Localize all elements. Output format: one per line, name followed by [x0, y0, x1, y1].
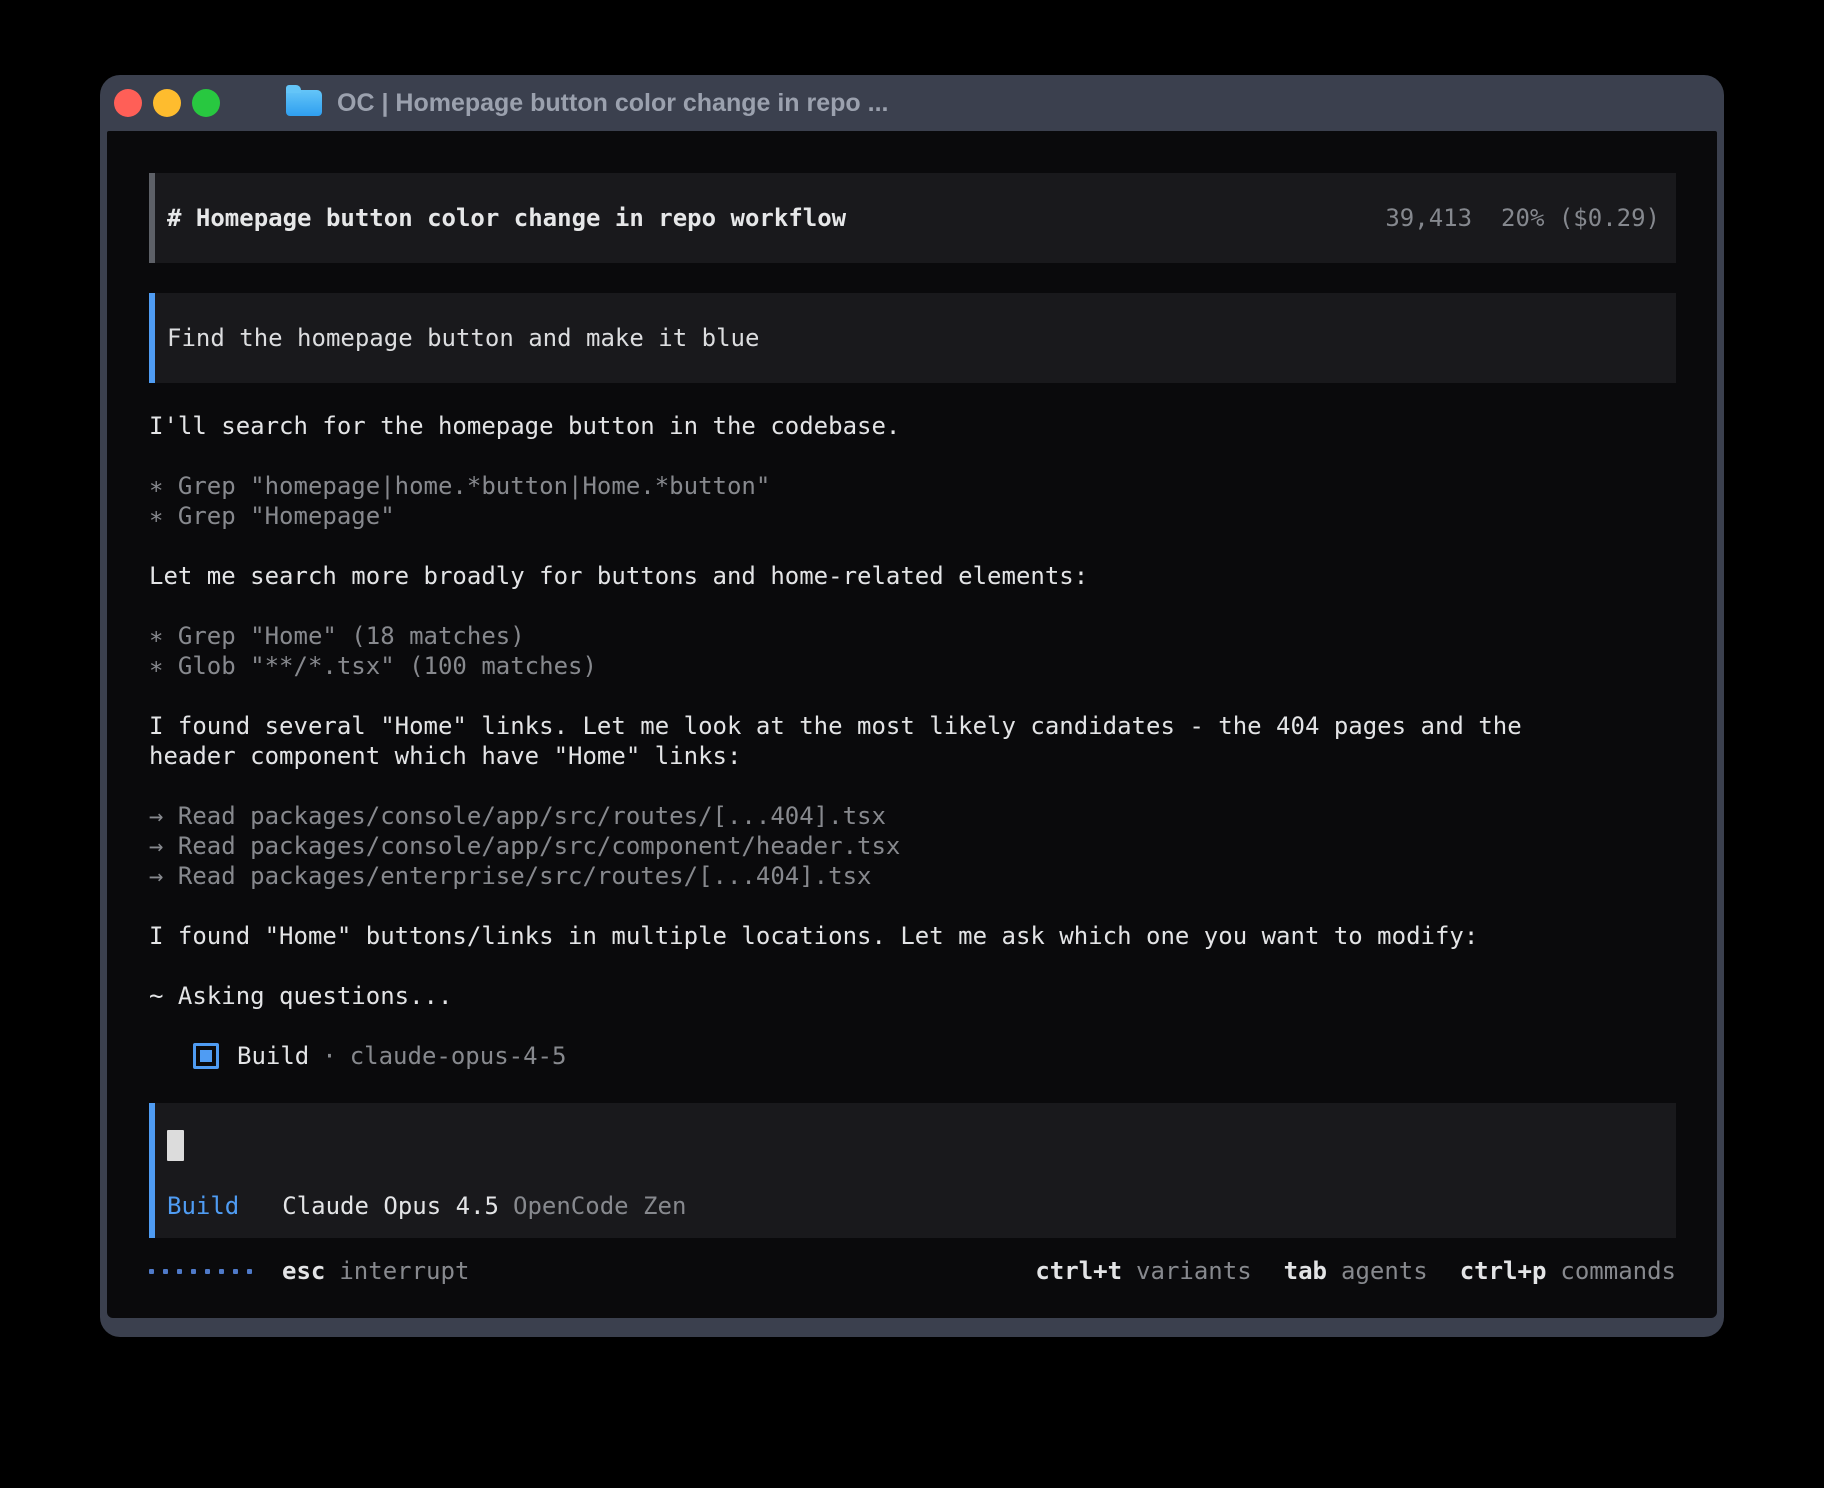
terminal-window: OC | Homepage button color change in rep…: [100, 75, 1724, 1337]
session-title: # Homepage button color change in repo w…: [167, 203, 846, 233]
tool-call-line: ∗ Grep "Home" (18 matches): [149, 621, 1676, 651]
tool-call-line: ∗ Glob "**/*.tsx" (100 matches): [149, 651, 1676, 681]
transcript: I'll search for the homepage button in t…: [149, 411, 1676, 1011]
context-cost: 20% ($0.29): [1501, 203, 1660, 233]
text-cursor: [167, 1130, 184, 1161]
assistant-text: Let me search more broadly for buttons a…: [149, 561, 1676, 591]
separator-dot: ·: [322, 1041, 336, 1071]
titlebar[interactable]: OC | Homepage button color change in rep…: [100, 75, 1724, 131]
maximize-button[interactable]: [192, 89, 220, 117]
agent-model: claude-opus-4-5: [350, 1041, 567, 1071]
input-meta-row: Build Claude Opus 4.5 OpenCode Zen: [167, 1191, 1676, 1221]
status-bar-right: ctrl+t variants tab agents ctrl+p comman…: [1035, 1256, 1676, 1286]
hint-agents: tab agents: [1284, 1256, 1428, 1286]
hint-label: interrupt: [339, 1256, 469, 1286]
tool-call-line: ∗ Grep "homepage|home.*button|Home.*butt…: [149, 471, 1676, 501]
window-title: OC | Homepage button color change in rep…: [337, 89, 888, 118]
tool-call-line: → Read packages/console/app/src/componen…: [149, 831, 1676, 861]
spinner-dot: [191, 1269, 196, 1274]
close-button[interactable]: [114, 89, 142, 117]
prompt-input[interactable]: Build Claude Opus 4.5 OpenCode Zen: [149, 1103, 1676, 1238]
hint-key: esc: [282, 1256, 325, 1286]
agent-name: Build: [237, 1041, 309, 1071]
tool-call-group: ∗ Grep "homepage|home.*button|Home.*butt…: [149, 471, 1676, 531]
user-message: Find the homepage button and make it blu…: [149, 293, 1676, 383]
spinner-dot: [177, 1269, 182, 1274]
hint-variants: ctrl+t variants: [1035, 1256, 1251, 1286]
hint-label: variants: [1136, 1256, 1252, 1286]
input-provider-label: OpenCode Zen: [513, 1191, 686, 1221]
hint-key: ctrl+t: [1035, 1256, 1122, 1286]
input-agent-label[interactable]: Build: [167, 1191, 239, 1221]
spinner-dot: [163, 1269, 168, 1274]
window-controls: [114, 89, 220, 117]
folder-icon: [286, 90, 322, 116]
token-count: 39,413: [1385, 203, 1472, 233]
hint-label: agents: [1341, 1256, 1428, 1286]
hint-commands: ctrl+p commands: [1460, 1256, 1676, 1286]
user-message-text: Find the homepage button and make it blu…: [167, 323, 759, 353]
hint-label: commands: [1560, 1256, 1676, 1286]
input-model-label[interactable]: Claude Opus 4.5: [282, 1191, 499, 1221]
session-header: # Homepage button color change in repo w…: [149, 173, 1676, 263]
spinner-dot: [219, 1269, 224, 1274]
hint-interrupt: esc interrupt: [282, 1256, 469, 1286]
tool-call-line: → Read packages/enterprise/src/routes/[.…: [149, 861, 1676, 891]
tool-call-line: → Read packages/console/app/src/routes/[…: [149, 801, 1676, 831]
spinner-dots: [149, 1269, 252, 1274]
assistant-text: I found "Home" buttons/links in multiple…: [149, 921, 1676, 951]
agent-build-icon: [193, 1043, 219, 1069]
tool-call-group: → Read packages/console/app/src/routes/[…: [149, 801, 1676, 891]
session-meta: 39,413 20% ($0.29): [1385, 203, 1660, 233]
terminal-content: # Homepage button color change in repo w…: [107, 131, 1717, 1318]
hint-key: tab: [1284, 1256, 1327, 1286]
spinner-dot: [247, 1269, 252, 1274]
hint-key: ctrl+p: [1460, 1256, 1547, 1286]
spinner-dot: [149, 1269, 154, 1274]
spinner-dot: [205, 1269, 210, 1274]
agent-status-row: Build · claude-opus-4-5: [149, 1041, 1676, 1071]
assistant-text: I found several "Home" links. Let me loo…: [149, 711, 1676, 771]
spinner-dot: [233, 1269, 238, 1274]
tool-call-line: ∗ Grep "Homepage": [149, 501, 1676, 531]
minimize-button[interactable]: [153, 89, 181, 117]
status-bar: esc interrupt ctrl+t variants tab agents…: [149, 1256, 1676, 1286]
assistant-text: I'll search for the homepage button in t…: [149, 411, 1676, 441]
tool-call-group: ∗ Grep "Home" (18 matches) ∗ Glob "**/*.…: [149, 621, 1676, 681]
assistant-status: ~ Asking questions...: [149, 981, 1676, 1011]
